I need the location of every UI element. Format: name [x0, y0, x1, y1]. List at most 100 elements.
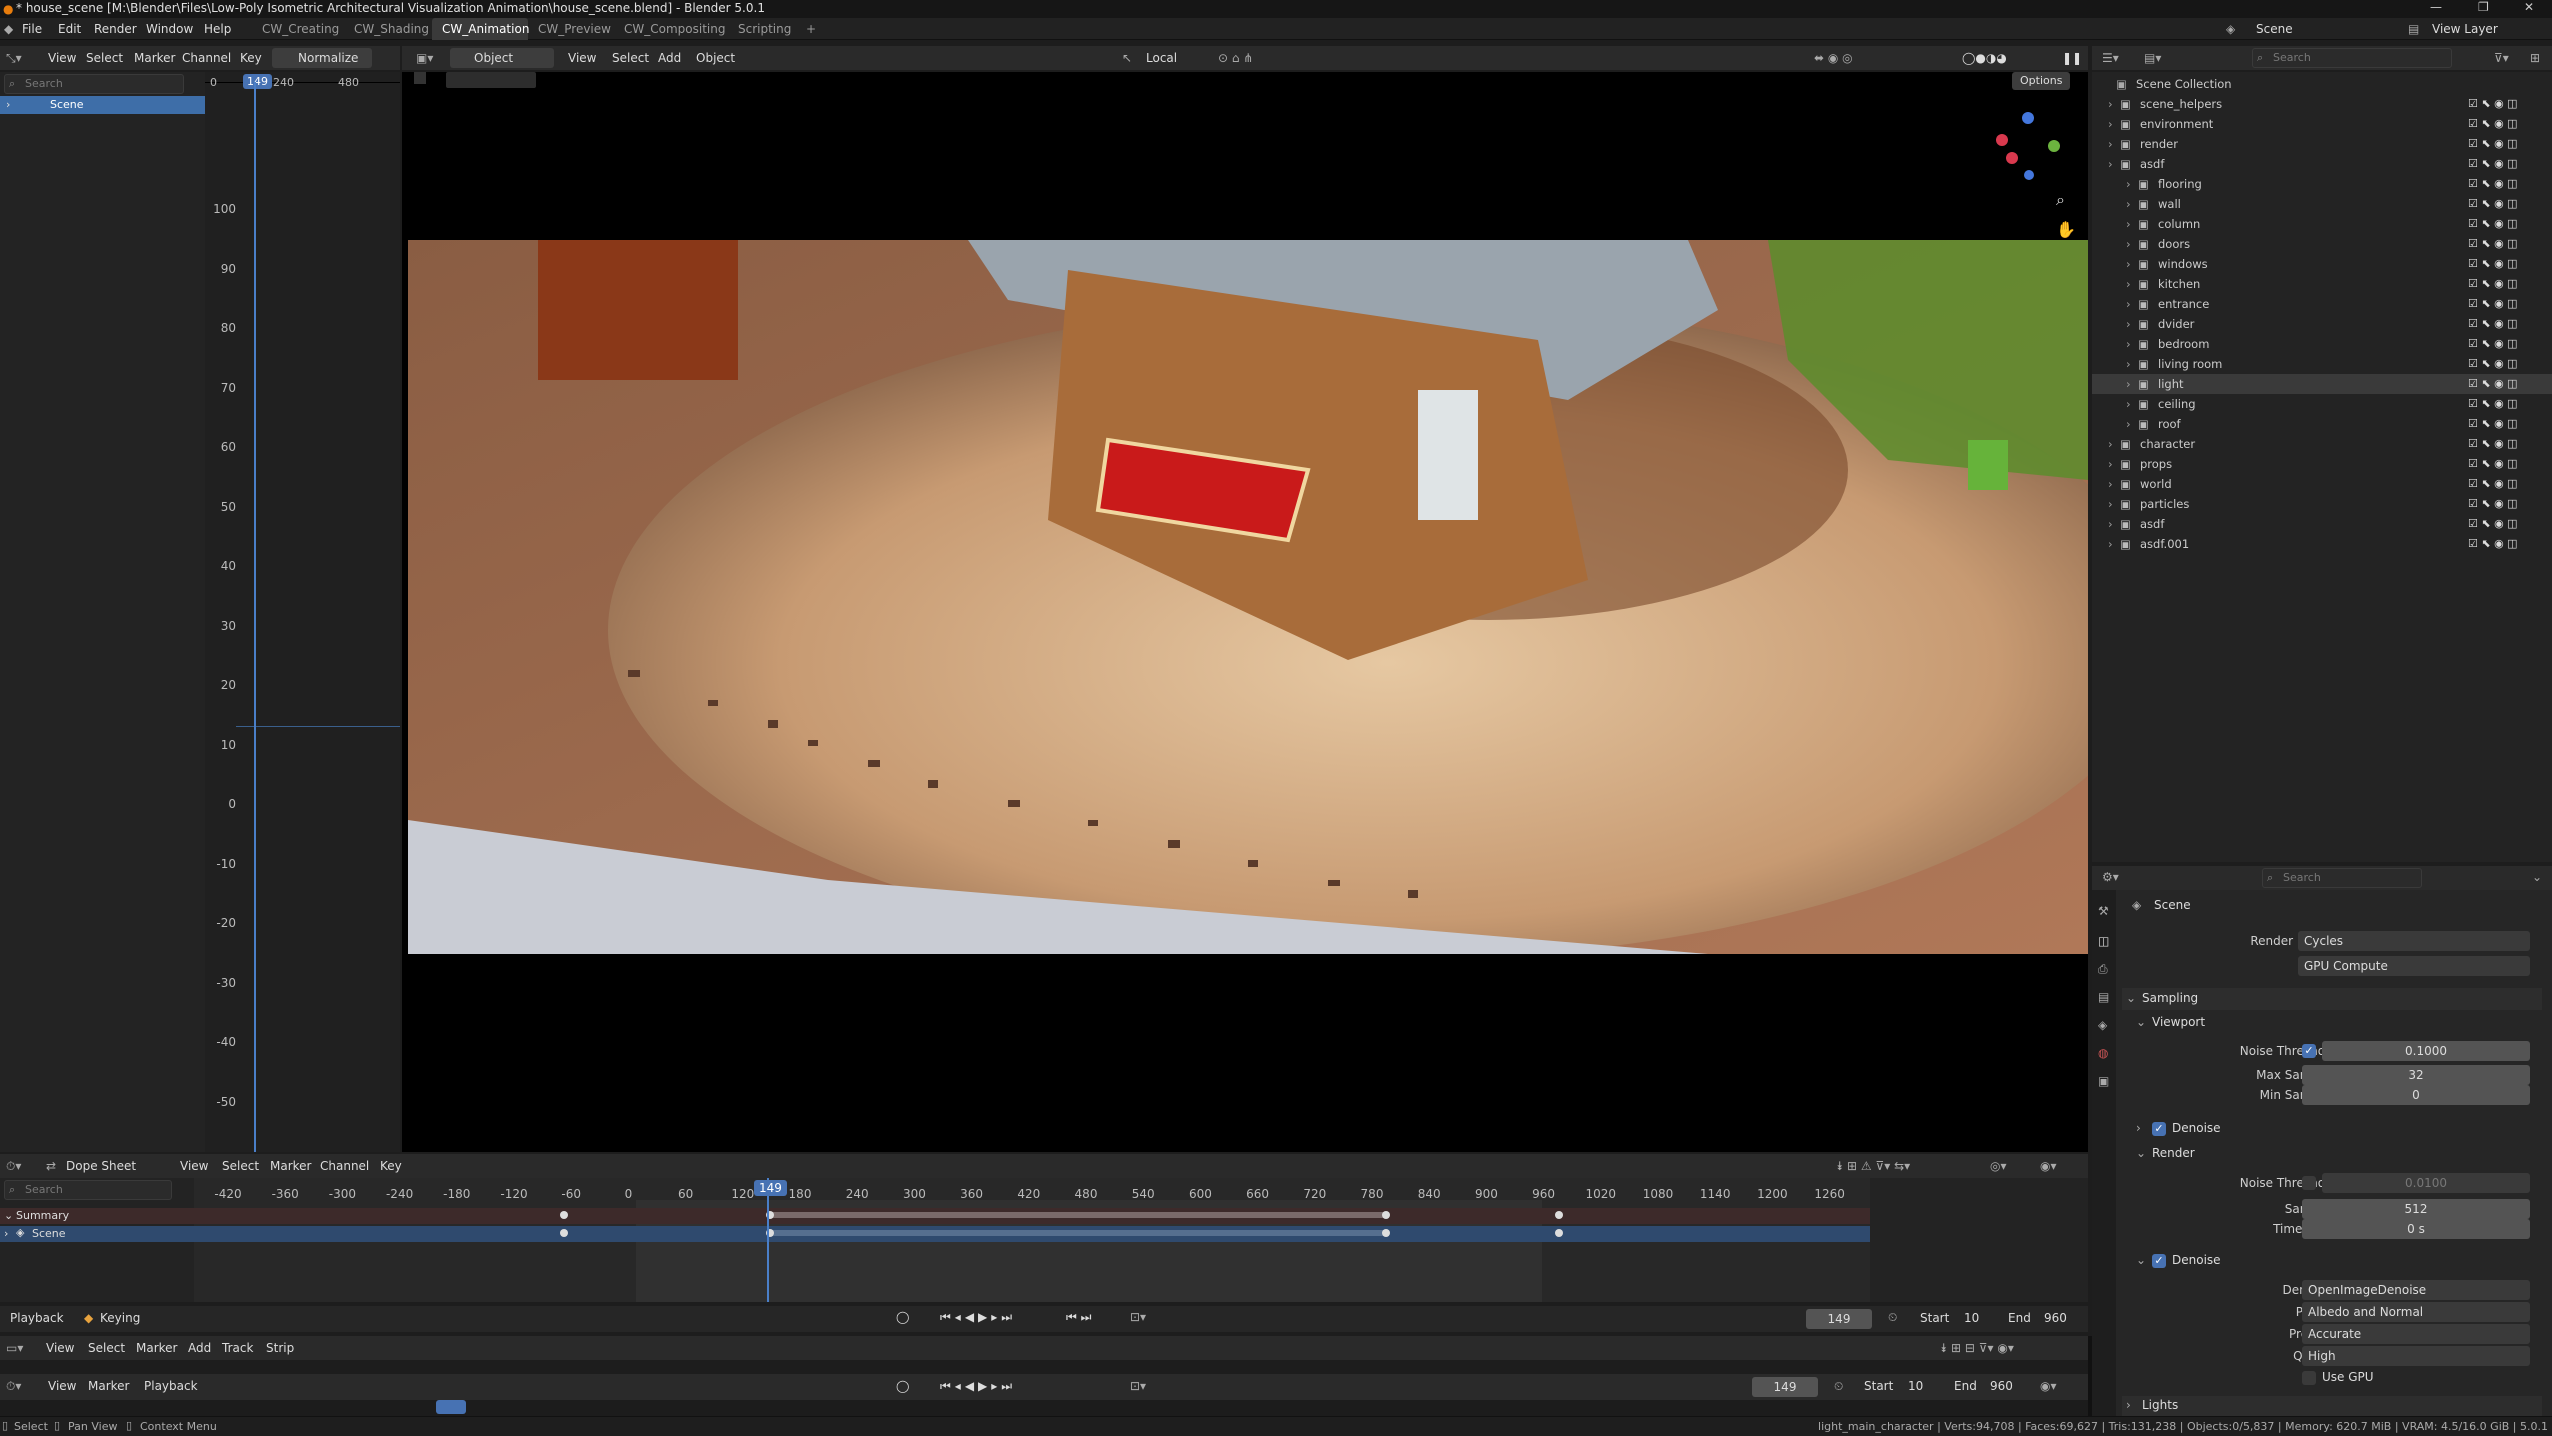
visibility-toggles-icon[interactable]: ☑ ⬉ ◉ ◫	[2468, 537, 2518, 550]
visibility-toggles-icon[interactable]: ☑ ⬉ ◉ ◫	[2468, 137, 2518, 150]
expand-arrow-icon[interactable]: ›	[2126, 417, 2131, 431]
visibility-toggles-icon[interactable]: ☑ ⬉ ◉ ◫	[2468, 117, 2518, 130]
preview-range-icon[interactable]: ⏲	[1834, 1379, 1843, 1394]
editor-type-icon[interactable]: ⏱▾	[6, 1379, 21, 1394]
seq-menu-add[interactable]: Add	[188, 1341, 211, 1355]
outliner-item[interactable]: › ▣ windows ☑ ⬉ ◉ ◫	[2092, 254, 2552, 274]
graph-playhead[interactable]	[254, 82, 256, 1152]
viewport-subpanel-header[interactable]: ⌄ Viewport	[2132, 1012, 2542, 1034]
expand-arrow-icon[interactable]: ›	[2126, 297, 2131, 311]
expand-arrow-icon[interactable]: ›	[2108, 537, 2113, 551]
viewport-menu-object[interactable]: Object	[696, 51, 735, 65]
current-frame-field[interactable]: 149	[1806, 1309, 1872, 1329]
expand-arrow-icon[interactable]: ›	[2126, 257, 2131, 271]
time-limit-field[interactable]: 0 s	[2302, 1219, 2530, 1239]
render-engine-select[interactable]: Cycles	[2298, 931, 2530, 951]
keyframe[interactable]	[1555, 1229, 1563, 1237]
outliner-item[interactable]: › ▣ living room ☑ ⬉ ◉ ◫	[2092, 354, 2552, 374]
editor-type-icon[interactable]: ▣▾	[416, 51, 433, 65]
toolbar-select-icon[interactable]	[414, 72, 426, 84]
expand-arrow-icon[interactable]: ›	[2108, 457, 2113, 471]
view-layer-tab-icon[interactable]: ▤	[2098, 990, 2109, 1004]
normalize-toggle[interactable]: Normalize	[272, 48, 372, 68]
tab-cw-creating[interactable]: CW_Creating	[252, 18, 349, 40]
prefilter-select[interactable]: Accurate	[2302, 1324, 2530, 1344]
visibility-toggles-icon[interactable]: ☑ ⬉ ◉ ◫	[2468, 437, 2518, 450]
dopesheet-menu-marker[interactable]: Marker	[270, 1159, 311, 1173]
outliner[interactable]: ▣ Scene Collection › ▣ scene_helpers ☑ ⬉ ◉ …	[2092, 72, 2552, 862]
expand-arrow-icon[interactable]: ›	[2108, 497, 2113, 511]
outliner-item[interactable]: › ▣ character ☑ ⬉ ◉ ◫	[2092, 434, 2552, 454]
outliner-item[interactable]: › ▣ bedroom ☑ ⬉ ◉ ◫	[2092, 334, 2552, 354]
timeline-menu-marker[interactable]: Marker	[88, 1379, 129, 1393]
menu-help[interactable]: Help	[204, 22, 231, 36]
new-collection-icon[interactable]: ⊞	[2530, 51, 2540, 65]
seq-menu-select[interactable]: Select	[88, 1341, 125, 1355]
timeline-menu-view[interactable]: View	[48, 1379, 76, 1393]
dopesheet-menu-view[interactable]: View	[180, 1159, 208, 1173]
seq-tool-icons[interactable]: ⯯ ⊞ ⊟ ⊽▾ ◉▾	[1940, 1341, 2014, 1356]
scene-tab-icon[interactable]: ◈	[2098, 1018, 2107, 1032]
viewport-noise-threshold-field[interactable]: 0.1000	[2322, 1041, 2530, 1061]
max-samples-field[interactable]: 32	[2302, 1065, 2530, 1085]
outliner-item[interactable]: › ▣ ceiling ☑ ⬉ ◉ ◫	[2092, 394, 2552, 414]
outliner-root[interactable]: ▣ Scene Collection	[2092, 74, 2552, 94]
graph-channel-scene[interactable]: › Scene	[0, 96, 205, 114]
visibility-toggles-icon[interactable]: ☑ ⬉ ◉ ◫	[2468, 257, 2518, 270]
seq-menu-view[interactable]: View	[46, 1341, 74, 1355]
expand-arrow-icon[interactable]: ›	[2126, 357, 2131, 371]
keyframe[interactable]	[1555, 1211, 1563, 1219]
noise-threshold-checkbox[interactable]: ✓	[2302, 1044, 2316, 1058]
minimize-icon[interactable]: —	[2430, 0, 2442, 14]
outliner-item[interactable]: › ▣ asdf ☑ ⬉ ◉ ◫	[2092, 514, 2552, 534]
proportional-edit-icon[interactable]: ◎▾	[1990, 1159, 2007, 1173]
expand-arrow-icon[interactable]: ›	[2108, 437, 2113, 451]
expand-arrow-icon[interactable]: ›	[2108, 137, 2113, 151]
playback-controls[interactable]: ⏮◂◀▶▸⏭	[940, 1310, 1016, 1325]
scene-selector[interactable]: Scene	[2256, 22, 2293, 36]
jump-keyframes-icon[interactable]: ⏮ ⏭	[1066, 1310, 1091, 1325]
chevron-down-icon[interactable]: ⌄	[4, 1209, 13, 1222]
expand-arrow-icon[interactable]: ›	[2126, 377, 2131, 391]
graph-area[interactable]	[205, 72, 400, 1152]
timeline-start-field[interactable]: 10	[1908, 1379, 1923, 1393]
viewport-menu-add[interactable]: Add	[658, 51, 681, 65]
expand-arrow-icon[interactable]: ›	[2126, 277, 2131, 291]
properties-editor[interactable]: ⚙▾ ⌕ Search ⌄ ⚒ ◫ ⎙ ▤ ◈ ◍ ▣ ◈ Scene Rend…	[2092, 866, 2552, 1416]
transform-orientation-icon[interactable]: ↖	[1122, 51, 1132, 65]
visibility-toggles-icon[interactable]: ☑ ⬉ ◉ ◫	[2468, 237, 2518, 250]
start-field[interactable]: 10	[1964, 1311, 1979, 1325]
record-icon[interactable]: ◯	[896, 1379, 909, 1393]
outliner-item[interactable]: › ▣ world ☑ ⬉ ◉ ◫	[2092, 474, 2552, 494]
visibility-toggles-icon[interactable]: ☑ ⬉ ◉ ◫	[2468, 157, 2518, 170]
outliner-search-input[interactable]: ⌕ Search	[2252, 48, 2452, 68]
keyframe[interactable]	[560, 1211, 568, 1219]
expand-arrow-icon[interactable]: ›	[2126, 337, 2131, 351]
render-tab-icon[interactable]: ◫	[2098, 934, 2109, 948]
expand-arrow-icon[interactable]: ›	[6, 98, 10, 111]
outliner-item[interactable]: › ▣ particles ☑ ⬉ ◉ ◫	[2092, 494, 2552, 514]
display-mode-icon[interactable]: ▤▾	[2144, 51, 2161, 65]
overlay-icon[interactable]: ◉▾	[2040, 1379, 2057, 1393]
graph-menu-marker[interactable]: Marker	[134, 51, 175, 65]
visibility-toggles-icon[interactable]: ☑ ⬉ ◉ ◫	[2468, 357, 2518, 370]
maximize-icon[interactable]: ❐	[2478, 0, 2489, 14]
viewport-denoise-header[interactable]: › ✓ Denoise	[2132, 1118, 2542, 1140]
close-icon[interactable]: ✕	[2524, 0, 2534, 14]
blender-menu-icon[interactable]: ◆	[4, 22, 13, 36]
chevron-down-icon[interactable]: ⌄	[2532, 870, 2542, 884]
render-denoise-checkbox[interactable]: ✓	[2152, 1254, 2166, 1268]
expand-arrow-icon[interactable]: ›	[2126, 397, 2131, 411]
expand-arrow-icon[interactable]: ›	[2126, 217, 2131, 231]
quality-select[interactable]: High	[2302, 1346, 2530, 1366]
pause-render-icon[interactable]: ❚❚	[2062, 51, 2082, 65]
dopesheet-menu-channel[interactable]: Channel	[320, 1159, 369, 1173]
visibility-toggles-icon[interactable]: ☑ ⬉ ◉ ◫	[2468, 217, 2518, 230]
zoom-icon[interactable]: ⌕	[2056, 190, 2065, 210]
shading-modes-icon[interactable]: ◯●◑◕	[1962, 51, 2007, 65]
pan-hand-icon[interactable]: ✋	[2056, 220, 2076, 239]
timeline-menu-playback[interactable]: Playback	[144, 1379, 198, 1393]
outliner-item[interactable]: › ▣ scene_helpers ☑ ⬉ ◉ ◫	[2092, 94, 2552, 114]
use-gpu-checkbox[interactable]	[2302, 1371, 2316, 1385]
object-mode-select[interactable]: Object Mode	[450, 48, 554, 85]
